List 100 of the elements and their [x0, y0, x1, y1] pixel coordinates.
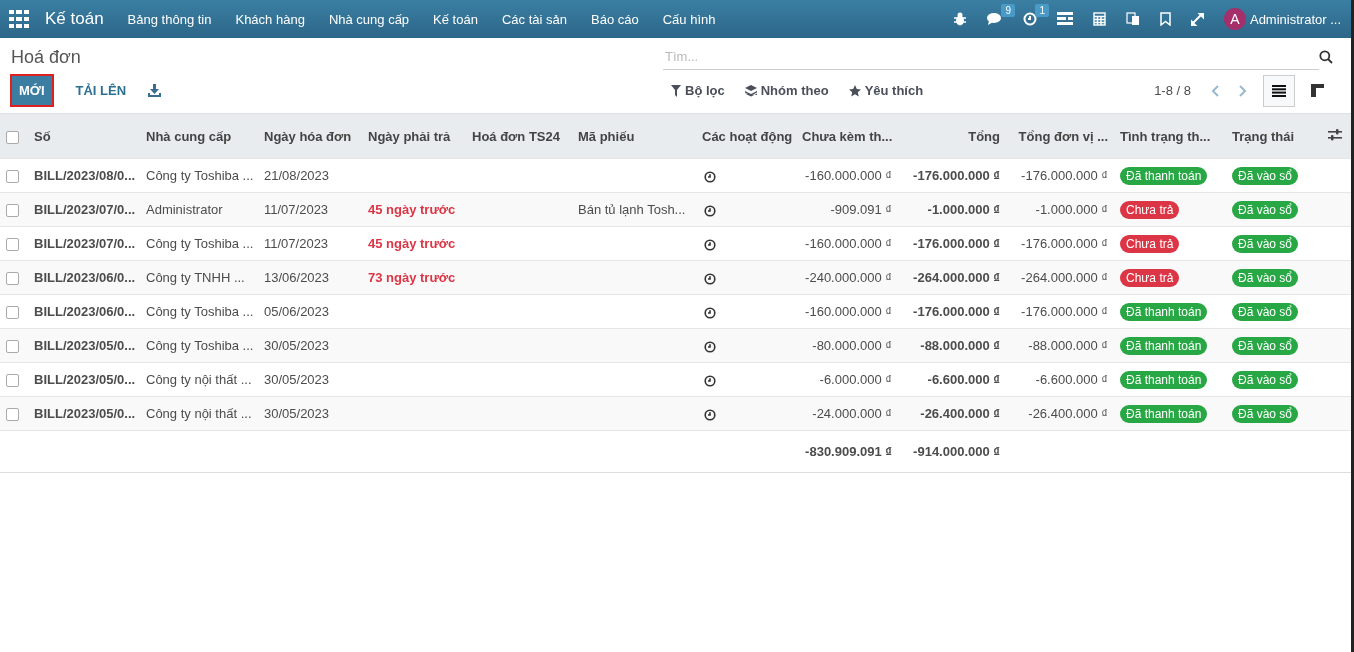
due-date: 45 ngày trước — [368, 236, 456, 251]
select-all-checkbox[interactable] — [6, 130, 19, 144]
message-count-badge: 9 — [1001, 4, 1015, 17]
row-checkbox[interactable] — [6, 374, 19, 388]
row-checkbox[interactable] — [6, 204, 19, 218]
column-header[interactable]: Mã phiếu — [578, 128, 635, 144]
vendor-name: Công ty Toshiba ... — [146, 236, 254, 251]
state-tag: Đã vào sổ — [1232, 166, 1299, 185]
vendor-name: Công ty Toshiba ... — [146, 338, 254, 353]
view-switch-button[interactable] — [1263, 74, 1295, 107]
invoice-date: 30/05/2023 — [264, 338, 330, 353]
amount-text: -909.091 ₫ — [830, 202, 892, 217]
amount-text: -240.000.000 ₫ — [805, 270, 892, 285]
column-header[interactable]: Số — [34, 128, 51, 144]
clock-icon[interactable] — [704, 374, 716, 387]
star-icon — [848, 84, 861, 97]
bill-number: BILL/2023/05/0... — [34, 372, 136, 387]
total-amount: -1.000.000 ₫ — [927, 202, 1000, 217]
invoice-date: 05/06/2023 — [264, 304, 330, 319]
clock-icon[interactable] — [704, 408, 716, 421]
state-tag: Đã vào sổ — [1232, 302, 1299, 321]
column-settings-icon[interactable] — [1328, 128, 1342, 141]
amount-text: -264.000.000 ₫ — [1021, 270, 1108, 285]
payment-status-tag: Đã thanh toán — [1120, 336, 1208, 355]
vendor-name: Công ty nội thất ... — [146, 372, 252, 387]
bill-number: BILL/2023/06/0... — [34, 270, 136, 285]
total-amount: -176.000.000 ₫ — [913, 236, 1000, 251]
filter-menu-toggle[interactable]: Yêu thích — [838, 83, 934, 98]
app-title[interactable]: Kế toán — [45, 9, 104, 29]
bill-number: BILL/2023/07/0... — [34, 236, 136, 251]
bookmark-icon[interactable] — [1159, 12, 1171, 26]
menu-item[interactable]: Nhà cung cấp — [316, 11, 422, 27]
clock-icon[interactable] — [704, 204, 716, 217]
row-checkbox[interactable] — [6, 306, 19, 320]
upload-button[interactable]: TẢI LÊN — [67, 75, 135, 106]
amount-text: -26.400.000 ₫ — [1028, 406, 1108, 421]
amount-text: -176.000.000 ₫ — [1021, 168, 1108, 183]
menu-item[interactable]: Kế toán — [421, 11, 490, 27]
row-checkbox[interactable] — [6, 340, 19, 354]
total-amount: -264.000.000 ₫ — [913, 270, 1000, 285]
search-icon[interactable] — [1319, 50, 1333, 64]
menu-item[interactable]: Báo cáo — [579, 11, 651, 27]
grand-total: -914.000.000 ₫ — [913, 444, 1000, 459]
clock-icon[interactable] — [704, 340, 716, 353]
total-amount: -26.400.000 ₫ — [920, 406, 1000, 421]
total-amount: -176.000.000 ₫ — [913, 304, 1000, 319]
bill-number: BILL/2023/05/0... — [34, 406, 136, 421]
filter-menu-toggle[interactable]: Bộ lọc — [661, 83, 735, 98]
payment-status-tag: Chưa trả — [1120, 268, 1180, 287]
apps-menu-icon[interactable] — [9, 10, 29, 28]
vendor-name: Công ty TNHH ... — [146, 270, 245, 285]
clock-icon[interactable] — [704, 306, 716, 319]
amount-text: -160.000.000 ₫ — [805, 168, 892, 183]
amount-text: -6.600.000 ₫ — [1035, 372, 1108, 387]
payment-status-tag: Đã thanh toán — [1120, 404, 1208, 423]
row-checkbox[interactable] — [6, 272, 19, 286]
total-amount: -6.600.000 ₫ — [927, 372, 1000, 387]
invoice-date: 13/06/2023 — [264, 270, 330, 285]
kanban-view-icon — [1310, 84, 1324, 97]
amount-text: -6.000.000 ₫ — [819, 372, 892, 387]
filter-menu-toggle[interactable]: Nhóm theo — [734, 83, 839, 98]
pager-value[interactable]: 1-8 / 8 — [1154, 83, 1191, 98]
vendor-name: Công ty nội thất ... — [146, 406, 252, 421]
chat-icon[interactable] — [986, 12, 1003, 26]
menu-item[interactable]: Cấu hình — [650, 11, 728, 27]
user-name[interactable]: Administrator ... — [1249, 11, 1341, 27]
amount-text: -160.000.000 ₫ — [805, 304, 892, 319]
translate-icon[interactable] — [1125, 12, 1140, 26]
vendor-name: Công ty Toshiba ... — [146, 168, 254, 183]
clock-icon[interactable] — [704, 170, 716, 183]
clock-icon[interactable] — [704, 272, 716, 285]
amount-text: -88.000.000 ₫ — [1028, 338, 1108, 353]
due-date: 45 ngày trước — [368, 202, 456, 217]
calculator-icon[interactable] — [1092, 12, 1106, 26]
menu-item[interactable]: Các tài sản — [489, 11, 579, 27]
row-checkbox[interactable] — [6, 408, 19, 422]
state-tag: Đã vào sổ — [1232, 370, 1299, 389]
state-tag: Đã vào sổ — [1232, 200, 1299, 219]
list-icon[interactable] — [1056, 12, 1073, 26]
bug-icon[interactable] — [952, 12, 967, 26]
expand-icon[interactable] — [1190, 12, 1204, 26]
menu-item[interactable]: Khách hàng — [223, 11, 317, 27]
due-date: 73 ngày trước — [368, 270, 456, 285]
menu-item[interactable]: Bảng thông tin — [115, 11, 224, 27]
row-checkbox[interactable] — [6, 170, 19, 184]
invoice-date: 11/07/2023 — [264, 236, 329, 251]
column-header[interactable]: Tổng — [968, 128, 1000, 144]
state-tag: Đã vào sổ — [1232, 404, 1299, 423]
clock-icon[interactable] — [704, 238, 716, 251]
user-avatar[interactable]: A — [1223, 8, 1246, 30]
reference-text: Bán tủ lạnh Tosh... — [578, 202, 686, 217]
vendor-name: Administrator — [146, 202, 223, 217]
activity-count-badge: 1 — [1035, 4, 1049, 17]
row-checkbox[interactable] — [6, 238, 19, 252]
new-button[interactable]: MỚI — [10, 74, 54, 107]
download-icon[interactable] — [148, 84, 162, 97]
state-tag: Đã vào sổ — [1232, 234, 1299, 253]
payment-status-tag: Đã thanh toán — [1120, 370, 1208, 389]
vendor-name: Công ty Toshiba ... — [146, 304, 254, 319]
amount-text: -176.000.000 ₫ — [1021, 236, 1108, 251]
